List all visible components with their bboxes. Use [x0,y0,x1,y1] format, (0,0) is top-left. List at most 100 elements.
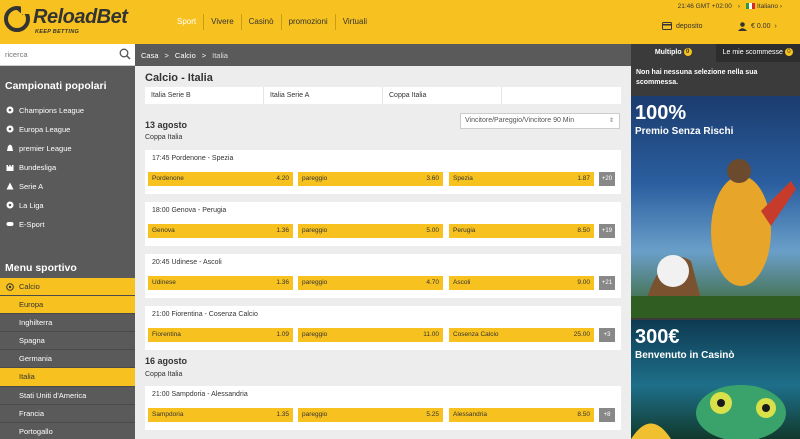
sidebar-item-calcio[interactable]: Calcio [0,278,135,297]
search-input[interactable] [0,44,115,65]
breadcrumb: Casa > Calcio > Italia [135,44,631,66]
athletes-illustration-icon [631,159,800,318]
betslip-tabs: Multiplo 0 Le mie scommesse 0 [631,44,800,62]
odd-button-home[interactable]: Pordenone 4.20 [148,172,293,186]
odd-button-draw[interactable]: pareggio 4.70 [298,276,443,290]
logo-text: ReloadBet [33,6,128,28]
sidebar-item-spagna[interactable]: Spagna [0,332,135,351]
sidebar-item-italia[interactable]: Italia [0,368,135,387]
event-title[interactable]: 17:45 Pordenone - Spezia [152,155,233,162]
odd-button-away[interactable]: Spezia 1.87 [449,172,594,186]
odd-value: 8.50 [577,411,590,418]
breadcrumb-calcio[interactable]: Calcio [175,51,196,60]
odd-button-away[interactable]: Cosenza Calcio 25.00 [449,328,594,342]
sidebar-item-premier-league[interactable]: premier League [0,139,135,158]
nav-promozioni[interactable]: promozioni [282,14,336,30]
sidebar-item-bundesliga[interactable]: Bundesliga [0,158,135,177]
event-row: 21:00 Sampdoria - Alessandria Sampdoria 1… [145,386,621,430]
breadcrumb-separator: > [164,50,169,60]
sidebar-item-la-liga[interactable]: La Liga [0,196,135,215]
odd-button-draw[interactable]: pareggio 5.25 [298,408,443,422]
odd-button-away[interactable]: Ascoli 9.00 [449,276,594,290]
tab-coppa-italia[interactable]: Coppa Italia [383,87,502,104]
promo-banner-sport[interactable]: 100% Premio Senza Rischi [631,96,800,318]
odd-button-draw[interactable]: pareggio 5.00 [298,224,443,238]
odd-button-home[interactable]: Sampdoria 1.35 [148,408,293,422]
nav-vivere[interactable]: Vivere [204,14,242,30]
odd-button-home[interactable]: Genova 1.36 [148,224,293,238]
sidebar-item-europa[interactable]: Europa [0,296,135,315]
language-label: Italiano [757,3,779,10]
tab-label: Multiplo [654,49,682,56]
event-row: 20:45 Udinese - Ascoli Udinese 1.36 pareg… [145,254,621,298]
sidebar-item-portogallo[interactable]: Portogallo [0,423,135,439]
more-markets-button[interactable]: +8 [599,408,615,422]
breadcrumb-home[interactable]: Casa [141,51,159,60]
logo[interactable]: ReloadBet KEEP BETTING [4,4,134,38]
sidebar-item-label: Serie A [19,182,44,191]
tab-serie-b[interactable]: Italia Serie B [145,87,264,104]
promo-subheadline: Benvenuto in Casinò [635,350,735,361]
popular-leagues-title: Campionati popolari [5,80,107,92]
nav-virtuali[interactable]: Virtuali [336,14,374,30]
more-markets-button[interactable]: +21 [599,276,615,290]
odd-value: 3.60 [426,175,439,182]
odd-button-away[interactable]: Alessandria 8.50 [449,408,594,422]
top-bar: ReloadBet KEEP BETTING Sport Vivere Casi… [0,0,800,44]
sidebar-item-europa-league[interactable]: Europa League [0,120,135,139]
odd-button-home[interactable]: Udinese 1.36 [148,276,293,290]
account-balance[interactable]: € 0.00 › [738,22,777,31]
language-selector[interactable]: Italiano › [746,3,782,10]
sidebar-item-label: Spagna [19,336,45,346]
event-title[interactable]: 20:45 Udinese - Ascoli [152,259,222,266]
event-title[interactable]: 21:00 Sampdoria - Alessandria [152,391,248,398]
odd-value: 5.25 [426,411,439,418]
odd-value: 1.09 [276,331,289,338]
odd-label: Pordenone [152,175,184,182]
sidebar-item-serie-a[interactable]: Serie A [0,177,135,196]
odd-button-draw[interactable]: pareggio 3.60 [298,172,443,186]
sidebar-item-champions-league[interactable]: Champions League [0,101,135,120]
search-icon[interactable] [119,48,131,60]
deposit-link[interactable]: deposito [662,22,702,30]
market-select[interactable]: Vincitore/Pareggio/Vincitore 90 Min ⇕ [460,113,620,129]
promo-subheadline: Premio Senza Rischi [635,126,734,137]
more-markets-button[interactable]: +19 [599,224,615,238]
time-chevron-icon[interactable]: › [738,3,740,10]
event-title[interactable]: 21:00 Fiorentina - Cosenza Calcio [152,311,258,318]
betslip-panel: Multiplo 0 Le mie scommesse 0 Non hai ness… [631,44,800,439]
sidebar-item-francia[interactable]: Francia [0,405,135,423]
nav-casino[interactable]: Casinò [242,14,282,30]
sidebar-item-usa[interactable]: Stati Uniti d'America [0,387,135,405]
tab-multiplo[interactable]: Multiplo 0 [631,44,716,62]
odd-value: 1.36 [276,279,289,286]
sidebar-item-germania[interactable]: Germania [0,350,135,369]
sidebar-item-label: Champions League [19,106,85,115]
more-markets-button[interactable]: +3 [599,328,615,342]
odd-label: Alessandria [453,411,487,418]
sidebar-item-label: Portogallo [19,426,53,436]
odd-value: 9.00 [577,279,590,286]
lion-icon [7,144,13,151]
event-title[interactable]: 18:00 Genova - Perugia [152,207,226,214]
count-badge: 0 [784,48,793,57]
tab-my-bets[interactable]: Le mie scommesse 0 [715,44,800,62]
odd-button-home[interactable]: Fiorentina 1.09 [148,328,293,342]
odd-label: pareggio [302,331,328,338]
promo-banner-casino[interactable]: 300€ Benvenuto in Casinò [631,320,800,439]
odd-value: 25.00 [573,331,590,338]
odd-button-draw[interactable]: pareggio 11.00 [298,328,443,342]
balance-value: € 0.00 [751,23,771,30]
sidebar-item-e-sport[interactable]: E-Sport [0,215,135,234]
odd-button-away[interactable]: Perugia 8.50 [449,224,594,238]
league-tabs: Italia Serie B Italia Serie A Coppa Ital… [145,87,621,104]
event-row: 18:00 Genova - Perugia Genova 1.36 paregg… [145,202,621,246]
tab-serie-a[interactable]: Italia Serie A [264,87,383,104]
odd-value: 11.00 [423,331,439,338]
sidebar-item-label: Bundesliga [19,163,57,172]
more-markets-button[interactable]: +20 [599,172,615,186]
sidebar-item-inghilterra[interactable]: Inghilterra [0,314,135,333]
nav-sport[interactable]: Sport [170,14,205,30]
sidebar-item-label: Europa [19,300,44,310]
chameleon-illustration-icon [631,385,786,439]
